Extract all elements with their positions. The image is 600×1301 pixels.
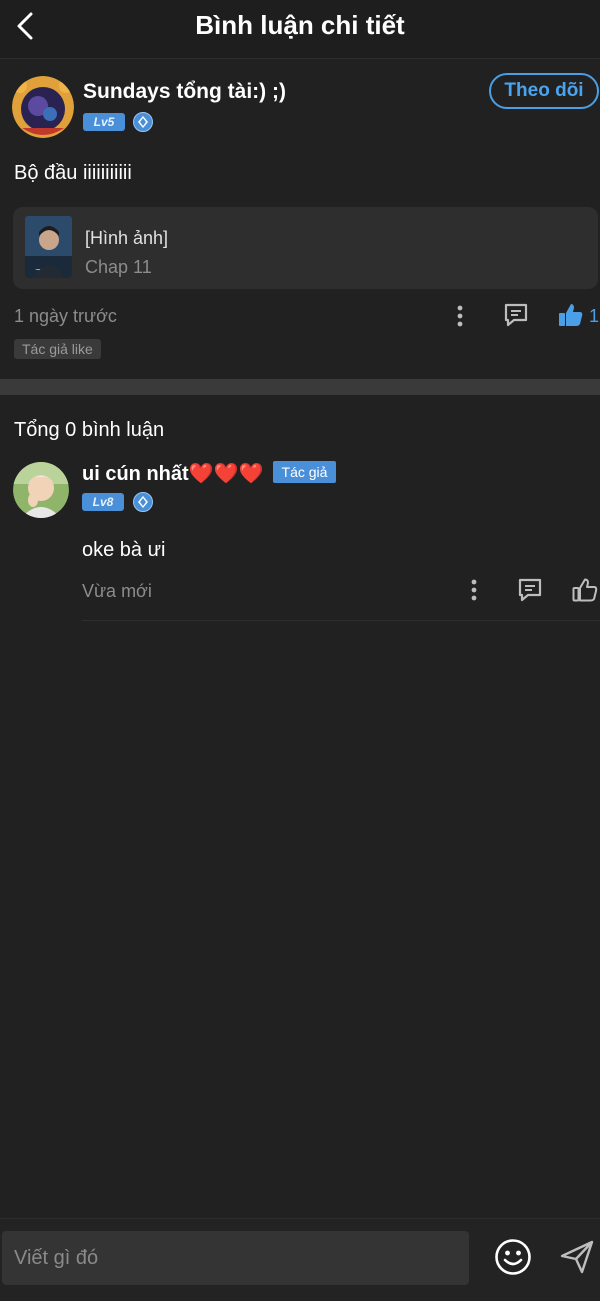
comment-icon bbox=[518, 578, 542, 602]
chapter-reference-card[interactable]: ~ [Hình ảnh] Chap 11 bbox=[13, 207, 598, 289]
post-author-level-badge: Lv5 bbox=[83, 113, 125, 131]
page-title: Bình luận chi tiết bbox=[195, 10, 405, 40]
section-divider bbox=[0, 379, 600, 395]
reply-like-button[interactable] bbox=[570, 575, 600, 605]
thumbs-up-icon bbox=[559, 304, 583, 326]
post-author-avatar[interactable] bbox=[12, 76, 74, 138]
more-vertical-icon bbox=[457, 305, 463, 327]
diamond-icon bbox=[133, 112, 153, 132]
diamond-icon bbox=[133, 492, 153, 512]
like-count: 1 bbox=[589, 306, 600, 326]
reference-title: [Hình ảnh] bbox=[85, 228, 169, 248]
reference-chapter: Chap 11 bbox=[85, 257, 152, 277]
total-comments-label: Tổng 0 bình luận bbox=[14, 419, 165, 441]
emoji-button[interactable] bbox=[492, 1236, 534, 1278]
reply-button[interactable] bbox=[501, 300, 531, 330]
svg-text:~: ~ bbox=[35, 266, 41, 274]
reference-thumbnail: ~ bbox=[25, 216, 72, 278]
reply-more-options-button[interactable] bbox=[462, 576, 486, 604]
reply-author-level-badge: Lv8 bbox=[82, 493, 124, 511]
top-bar: Bình luận chi tiết bbox=[0, 0, 600, 59]
comment-icon bbox=[504, 303, 528, 327]
reply-separator bbox=[82, 620, 600, 621]
follow-button[interactable]: Theo dõi bbox=[489, 73, 599, 109]
reply-author-avatar[interactable] bbox=[13, 462, 69, 518]
post-text: Bộ đầu iiiiiiiiiii bbox=[14, 162, 132, 184]
more-options-button[interactable] bbox=[448, 302, 472, 330]
post-author-name[interactable]: Sundays tổng tài:) ;) bbox=[83, 80, 286, 104]
send-icon bbox=[560, 1240, 594, 1274]
comment-composer bbox=[0, 1218, 600, 1301]
reply-author-name[interactable]: ui cún nhất❤️❤️❤️ bbox=[82, 461, 263, 486]
send-button[interactable] bbox=[556, 1236, 598, 1278]
like-button[interactable] bbox=[556, 300, 586, 330]
more-vertical-icon bbox=[471, 579, 477, 601]
reply-text: oke bà ưi bbox=[82, 539, 166, 561]
reply-reply-button[interactable] bbox=[515, 575, 545, 605]
author-like-tag: Tác giả like bbox=[14, 339, 101, 359]
post-time: 1 ngày trước bbox=[14, 306, 117, 326]
thumbs-up-icon bbox=[572, 578, 598, 602]
comment-input[interactable] bbox=[2, 1231, 469, 1285]
author-badge: Tác giả bbox=[273, 461, 336, 483]
emoji-icon bbox=[495, 1239, 531, 1275]
reply-time: Vừa mới bbox=[82, 581, 152, 601]
